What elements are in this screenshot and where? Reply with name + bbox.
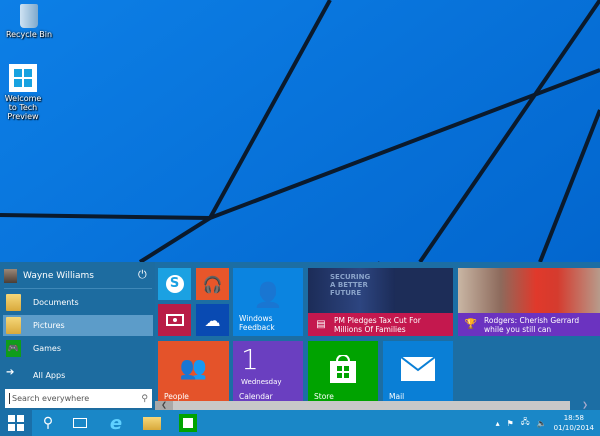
calendar-day: 1 <box>241 343 259 376</box>
tile-calendar[interactable]: 1 Wednesday Calendar <box>233 341 303 405</box>
tile-label: People <box>164 392 189 401</box>
headphones-icon: 🎧 <box>202 274 223 294</box>
file-explorer-button[interactable] <box>136 410 168 436</box>
volume-icon[interactable]: 🔈 <box>537 419 547 428</box>
news-icon: ▤ <box>316 319 326 330</box>
tile-label: Mail <box>389 392 405 401</box>
all-apps-button[interactable]: ➔ All Apps <box>3 365 153 386</box>
tile-label: Store <box>314 392 334 401</box>
news-image: SECURING A BETTER FUTURE <box>308 268 395 313</box>
internet-explorer-icon: e <box>109 412 123 434</box>
store-icon <box>179 414 197 432</box>
divider <box>4 288 152 289</box>
tile-music[interactable]: 🎧 <box>196 268 229 300</box>
place-documents[interactable]: Documents <box>3 292 153 313</box>
windows-logo-icon <box>8 415 24 431</box>
avatar <box>4 269 17 283</box>
calendar-weekday: Wednesday <box>241 378 282 386</box>
power-icon[interactable]: ⏻ <box>138 268 147 282</box>
place-pictures[interactable]: Pictures <box>3 315 153 336</box>
desktop-icon-recycle-bin[interactable]: Recycle Bin <box>1 4 57 39</box>
skype-icon: S <box>158 268 191 300</box>
system-tray: ▴ ⚑ 🖧 🔈 18:58 01/10/2014 <box>496 410 600 436</box>
cloud-icon: ☁ <box>204 310 221 330</box>
task-view-button[interactable] <box>64 410 96 436</box>
tile-onedrive[interactable]: ☁ <box>196 304 229 336</box>
scroll-left-icon[interactable]: ❮ <box>155 401 173 410</box>
all-apps-label: All Apps <box>33 371 66 380</box>
folder-icon <box>6 294 21 311</box>
user-name: Wayne Williams <box>23 271 94 281</box>
news-headline: PM Pledges Tax Cut For Millions Of Famil… <box>334 315 421 334</box>
search-button[interactable]: ⚲ <box>32 410 64 436</box>
sport-headline: Rodgers: Cherish Gerrard while you still… <box>484 315 580 334</box>
tile-store[interactable]: Store <box>308 341 378 405</box>
network-icon[interactable]: 🖧 <box>521 416 530 430</box>
folder-icon <box>143 416 161 430</box>
start-button[interactable] <box>0 410 32 436</box>
search-icon[interactable]: ⚲ <box>141 394 148 404</box>
start-menu: Wayne Williams ⏻ Documents Pictures 🎮 Gam… <box>0 262 600 410</box>
start-left-pane: Wayne Williams ⏻ Documents Pictures 🎮 Gam… <box>0 262 155 410</box>
taskbar: ⚲ e ▴ ⚑ 🖧 🔈 18:58 01/10/2014 <box>0 410 600 436</box>
sport-image <box>458 268 600 313</box>
desktop-icon-label: Recycle Bin <box>5 30 53 39</box>
tile-windows-feedback[interactable]: 👤 Windows Feedback <box>233 268 303 336</box>
user-account[interactable]: Wayne Williams <box>4 267 94 285</box>
place-games[interactable]: 🎮 Games <box>3 338 153 359</box>
place-label: Documents <box>33 298 79 307</box>
task-view-icon <box>73 418 87 428</box>
folder-icon <box>6 317 21 334</box>
video-icon <box>158 304 191 336</box>
windows-logo-icon <box>9 64 37 92</box>
date: 01/10/2014 <box>553 424 594 432</box>
games-icon: 🎮 <box>6 340 21 357</box>
tile-label: Windows Feedback <box>239 314 275 332</box>
tile-video[interactable] <box>158 304 191 336</box>
news-headline-bar: ▤ PM Pledges Tax Cut For Millions Of Fami… <box>308 313 453 336</box>
tile-skype[interactable]: S <box>158 268 191 300</box>
news-image-bg <box>395 268 453 313</box>
tiles-horizontal-scrollbar[interactable]: ❮ ❯ <box>155 401 600 410</box>
action-center-flag-icon[interactable]: ⚑ <box>507 419 514 428</box>
internet-explorer-button[interactable]: e <box>100 410 132 436</box>
sport-headline-bar: 🏆 Rodgers: Cherish Gerrard while you stil… <box>458 313 600 336</box>
tile-people[interactable]: 👥 People <box>158 341 229 405</box>
place-label: Pictures <box>33 321 65 330</box>
recycle-bin-icon <box>20 4 38 28</box>
trophy-icon: 🏆 <box>464 319 478 330</box>
store-button[interactable] <box>172 410 204 436</box>
desktop-icon-welcome[interactable]: Welcome to Tech Preview <box>0 64 46 121</box>
search-icon: ⚲ <box>42 415 54 431</box>
clock[interactable]: 18:58 01/10/2014 <box>554 413 594 433</box>
tile-label: Calendar <box>239 392 273 401</box>
place-label: Games <box>33 344 61 353</box>
search-placeholder: Search everywhere <box>12 394 90 403</box>
tile-news[interactable]: SECURING A BETTER FUTURE ▤ PM Pledges Tax… <box>308 268 453 336</box>
show-hidden-icons-icon[interactable]: ▴ <box>496 419 500 428</box>
scroll-right-icon[interactable]: ❯ <box>570 401 600 410</box>
search-input[interactable]: Search everywhere ⚲ <box>5 389 152 408</box>
desktop-icon-label: Welcome to Tech Preview <box>4 94 42 121</box>
tile-mail[interactable]: Mail <box>383 341 453 405</box>
arrow-right-icon: ➔ <box>6 367 15 378</box>
time: 18:58 <box>563 414 584 422</box>
tile-sport[interactable]: 🏆 Rodgers: Cherish Gerrard while you stil… <box>458 268 600 336</box>
